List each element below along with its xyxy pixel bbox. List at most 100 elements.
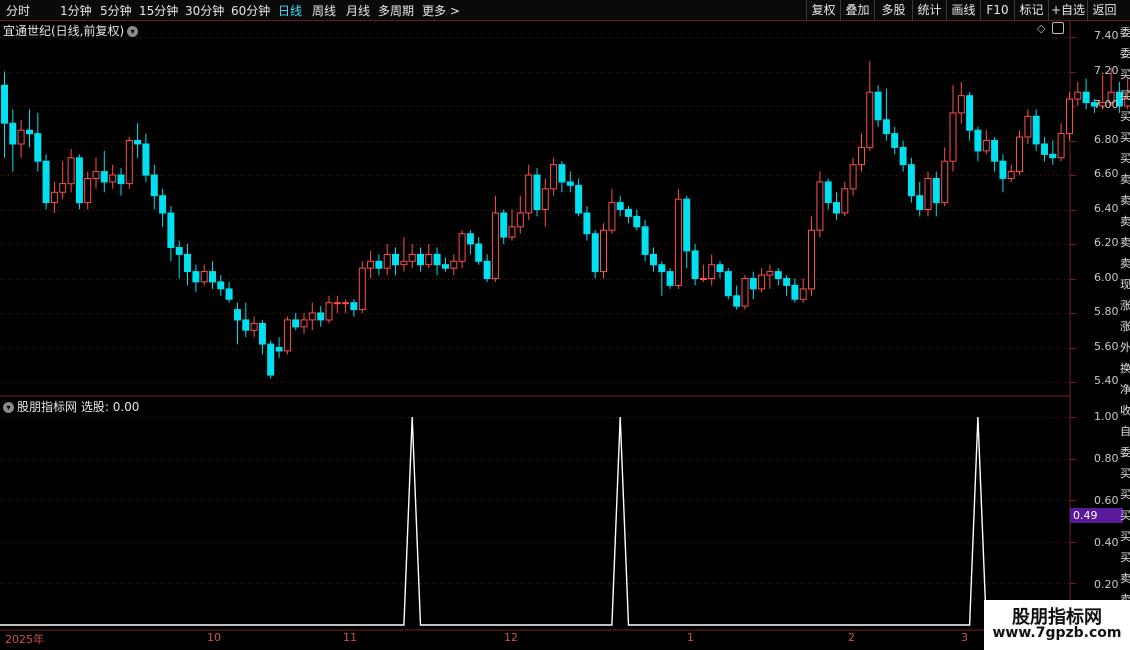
candle-body (816, 181, 824, 231)
candle-body (117, 174, 125, 185)
candle-body (625, 209, 632, 217)
candle-body (100, 171, 108, 183)
side-panel-label: 换 (1120, 362, 1130, 375)
side-panel-label: 外 (1120, 341, 1130, 354)
candle-body (1049, 153, 1057, 159)
candle (874, 85, 882, 127)
candle-body (1082, 91, 1090, 104)
candle-body (325, 302, 333, 321)
candle-body (458, 233, 466, 262)
candle (991, 137, 999, 172)
candle-body (84, 178, 92, 204)
price-tick: 7.20 (1094, 64, 1119, 77)
candle (699, 264, 707, 282)
candle-body (516, 212, 524, 228)
candle (566, 171, 574, 193)
candle-body (741, 278, 749, 307)
candle-body (982, 140, 990, 152)
candle-body (932, 178, 940, 204)
candle (616, 195, 624, 217)
candle-body (350, 302, 358, 311)
candle-body (866, 91, 874, 148)
candle-body (882, 119, 890, 135)
candle-body (59, 183, 67, 193)
candle (358, 261, 366, 313)
candle-body (849, 164, 857, 190)
candle-body (600, 229, 607, 273)
indicator-gridlines (0, 417, 1076, 584)
candle (891, 126, 899, 155)
candle-body (699, 278, 707, 280)
candle-body (92, 171, 100, 180)
candle (442, 257, 449, 272)
candle (450, 254, 458, 276)
candle-body (367, 260, 375, 269)
candle (882, 88, 890, 141)
candle-body (175, 247, 183, 255)
candle-body (9, 122, 17, 145)
candle (916, 181, 924, 217)
candle-body (858, 146, 865, 166)
diamond-icon[interactable]: ◇ (1037, 22, 1045, 35)
candle (209, 261, 216, 289)
stock-title: 宜通世纪(日线,前复权) ▾ (3, 22, 139, 39)
candle (766, 264, 774, 289)
side-panel-label: 涨 (1120, 320, 1130, 333)
candle (974, 126, 982, 162)
candle (525, 164, 533, 220)
candle-body (991, 140, 999, 162)
candle-body (758, 274, 766, 290)
candle-body (159, 195, 167, 214)
candle (966, 92, 974, 141)
candle-body (375, 260, 383, 269)
candle (833, 192, 840, 220)
candle (125, 137, 133, 189)
candle-body (466, 233, 474, 245)
candle-body (1041, 143, 1048, 155)
candle-body (674, 198, 682, 286)
candle (433, 247, 441, 276)
indicator-tick: 0.60 (1094, 494, 1119, 507)
candle-body (941, 160, 949, 204)
candle-body (724, 271, 732, 297)
candle (808, 216, 815, 296)
candle (541, 178, 549, 227)
candle-body (566, 181, 574, 186)
candle (858, 133, 865, 172)
kline-chart[interactable] (0, 0, 1130, 650)
candle (674, 188, 682, 289)
candle (192, 264, 200, 293)
candle (716, 261, 724, 279)
candle (516, 195, 524, 234)
candle-body (999, 160, 1007, 179)
candle-body (242, 319, 250, 331)
candle (924, 171, 932, 217)
side-panel-label: 卖 (1120, 257, 1130, 270)
candle (816, 171, 824, 238)
candle-body (916, 195, 924, 210)
candle-body (209, 271, 216, 283)
chevron-down-icon[interactable]: ▾ (3, 402, 14, 413)
candle-body (42, 160, 50, 204)
candle-body (491, 212, 499, 279)
candle (741, 275, 749, 310)
candle-body (26, 129, 33, 135)
chevron-down-icon[interactable]: ▾ (127, 26, 139, 37)
candle (749, 271, 757, 300)
candle (67, 149, 75, 193)
candle (200, 264, 208, 286)
candle-body (783, 278, 791, 286)
candle (949, 85, 957, 172)
candle (508, 209, 516, 241)
candle-body (708, 264, 716, 280)
candle (59, 161, 67, 200)
candle-body (808, 229, 815, 290)
date-tick: 1 (687, 631, 694, 644)
current-value-marker: 0.49 (1070, 508, 1123, 523)
window-toggle-icon[interactable] (1052, 22, 1064, 34)
candle (550, 157, 558, 196)
candle-body (34, 133, 42, 162)
candle-body (342, 302, 350, 305)
candle (941, 147, 949, 207)
side-panel-label: 买 (1120, 110, 1130, 123)
